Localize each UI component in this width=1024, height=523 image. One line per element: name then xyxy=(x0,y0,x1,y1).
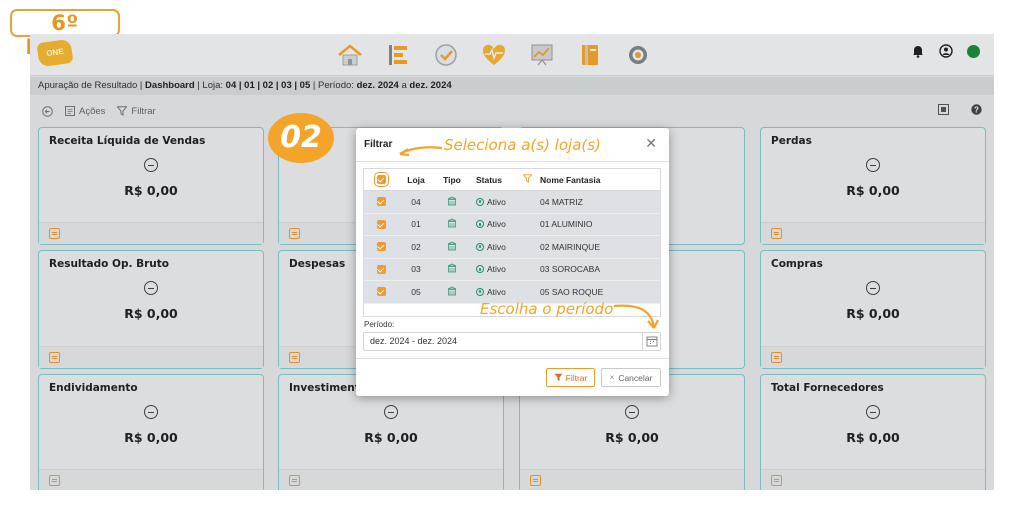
store-icon xyxy=(434,196,470,208)
divider xyxy=(356,161,669,162)
table-row[interactable]: 04 Ativo 04 MATRIZ xyxy=(364,191,660,214)
active-radio-icon xyxy=(476,287,484,296)
store-icon xyxy=(434,263,470,275)
cell-status: Ativo xyxy=(470,287,518,297)
stores-table: Loja Tipo Status Nome Fantasia 04 Ativo … xyxy=(363,168,661,317)
active-radio-icon xyxy=(476,242,484,251)
active-radio-icon xyxy=(476,197,484,206)
status-text: Ativo xyxy=(487,219,506,230)
store-icon xyxy=(434,286,470,298)
cancel-x-icon: × xyxy=(609,373,615,382)
status-filter-icon[interactable] xyxy=(518,173,536,186)
cell-status: Ativo xyxy=(470,219,518,229)
annotation-arrow-lojas xyxy=(399,146,443,157)
table-row[interactable]: 02 Ativo 02 MAIRINQUE xyxy=(364,236,660,259)
cell-status: Ativo xyxy=(470,264,518,274)
step-badge: 6º PASSO xyxy=(10,9,120,59)
dialog-title: Filtrar xyxy=(364,139,393,150)
screenshot-root: 6º PASSO ONE xyxy=(0,0,1024,523)
filter-dialog: Filtrar ✕ Seleciona a(s) loja(s) Loja Ti… xyxy=(356,128,669,396)
periodo-value: dez. 2024 - dez. 2024 xyxy=(370,336,458,346)
row-checkbox[interactable] xyxy=(376,264,386,274)
calendar-icon[interactable] xyxy=(642,333,660,350)
row-checkbox[interactable] xyxy=(376,242,386,252)
cell-nome: 05 SAO ROQUE xyxy=(540,286,604,297)
cancelar-button[interactable]: × Cancelar xyxy=(601,368,661,387)
cell-nome: 02 MAIRINQUE xyxy=(540,241,600,252)
active-radio-icon xyxy=(476,265,484,274)
store-icon xyxy=(434,218,470,230)
table-header: Loja Tipo Status Nome Fantasia xyxy=(364,169,660,191)
close-icon[interactable]: ✕ xyxy=(645,135,657,152)
cell-status: Ativo xyxy=(470,242,518,252)
annotation-arrow-periodo xyxy=(613,304,659,329)
periodo-field[interactable]: dez. 2024 - dez. 2024 xyxy=(363,332,661,351)
row-select-cell[interactable] xyxy=(364,219,398,229)
periodo-label: Período: xyxy=(364,320,395,329)
status-text: Ativo xyxy=(487,264,506,275)
cell-loja: 03 xyxy=(411,264,421,275)
row-select-cell[interactable] xyxy=(364,197,398,207)
cell-loja: 05 xyxy=(411,286,421,297)
filtrar-button-label: Filtrar xyxy=(565,372,588,383)
row-select-cell[interactable] xyxy=(364,287,398,297)
store-icon xyxy=(434,241,470,253)
cell-loja: 04 xyxy=(411,196,421,207)
filtrar-button[interactable]: Filtrar xyxy=(546,368,595,387)
annotation-periodo: Escolha o período xyxy=(480,300,614,318)
cell-status: Ativo xyxy=(470,197,518,207)
filter-icon xyxy=(554,373,563,381)
cell-loja: 02 xyxy=(411,241,421,252)
col-tipo[interactable]: Tipo xyxy=(434,175,470,185)
row-select-cell[interactable] xyxy=(364,264,398,274)
row-checkbox[interactable] xyxy=(376,219,386,229)
col-nome-fantasia[interactable]: Nome Fantasia xyxy=(536,175,660,185)
table-row[interactable]: 01 Ativo 01 ALUMINIO xyxy=(364,213,660,236)
row-select-cell[interactable] xyxy=(364,242,398,252)
status-text: Ativo xyxy=(487,286,506,297)
active-radio-icon xyxy=(476,220,484,229)
status-text: Ativo xyxy=(487,196,506,207)
select-all-cell[interactable] xyxy=(364,172,398,187)
row-checkbox[interactable] xyxy=(376,287,386,297)
col-loja[interactable]: Loja xyxy=(398,175,434,185)
annotation-lojas: Seleciona a(s) loja(s) xyxy=(444,136,601,154)
step-number-badge: 02 xyxy=(268,113,334,163)
col-status[interactable]: Status xyxy=(470,175,518,185)
divider xyxy=(356,358,669,359)
cell-nome: 04 MATRIZ xyxy=(540,196,583,207)
cancelar-button-label: Cancelar xyxy=(618,372,653,383)
select-all-checkbox[interactable] xyxy=(373,172,389,187)
cell-loja: 01 xyxy=(411,219,421,230)
table-row[interactable]: 03 Ativo 03 SOROCABA xyxy=(364,258,660,281)
cell-nome: 01 ALUMINIO xyxy=(540,219,593,230)
status-text: Ativo xyxy=(487,241,506,252)
cell-nome: 03 SOROCABA xyxy=(540,264,600,275)
row-checkbox[interactable] xyxy=(376,197,386,207)
